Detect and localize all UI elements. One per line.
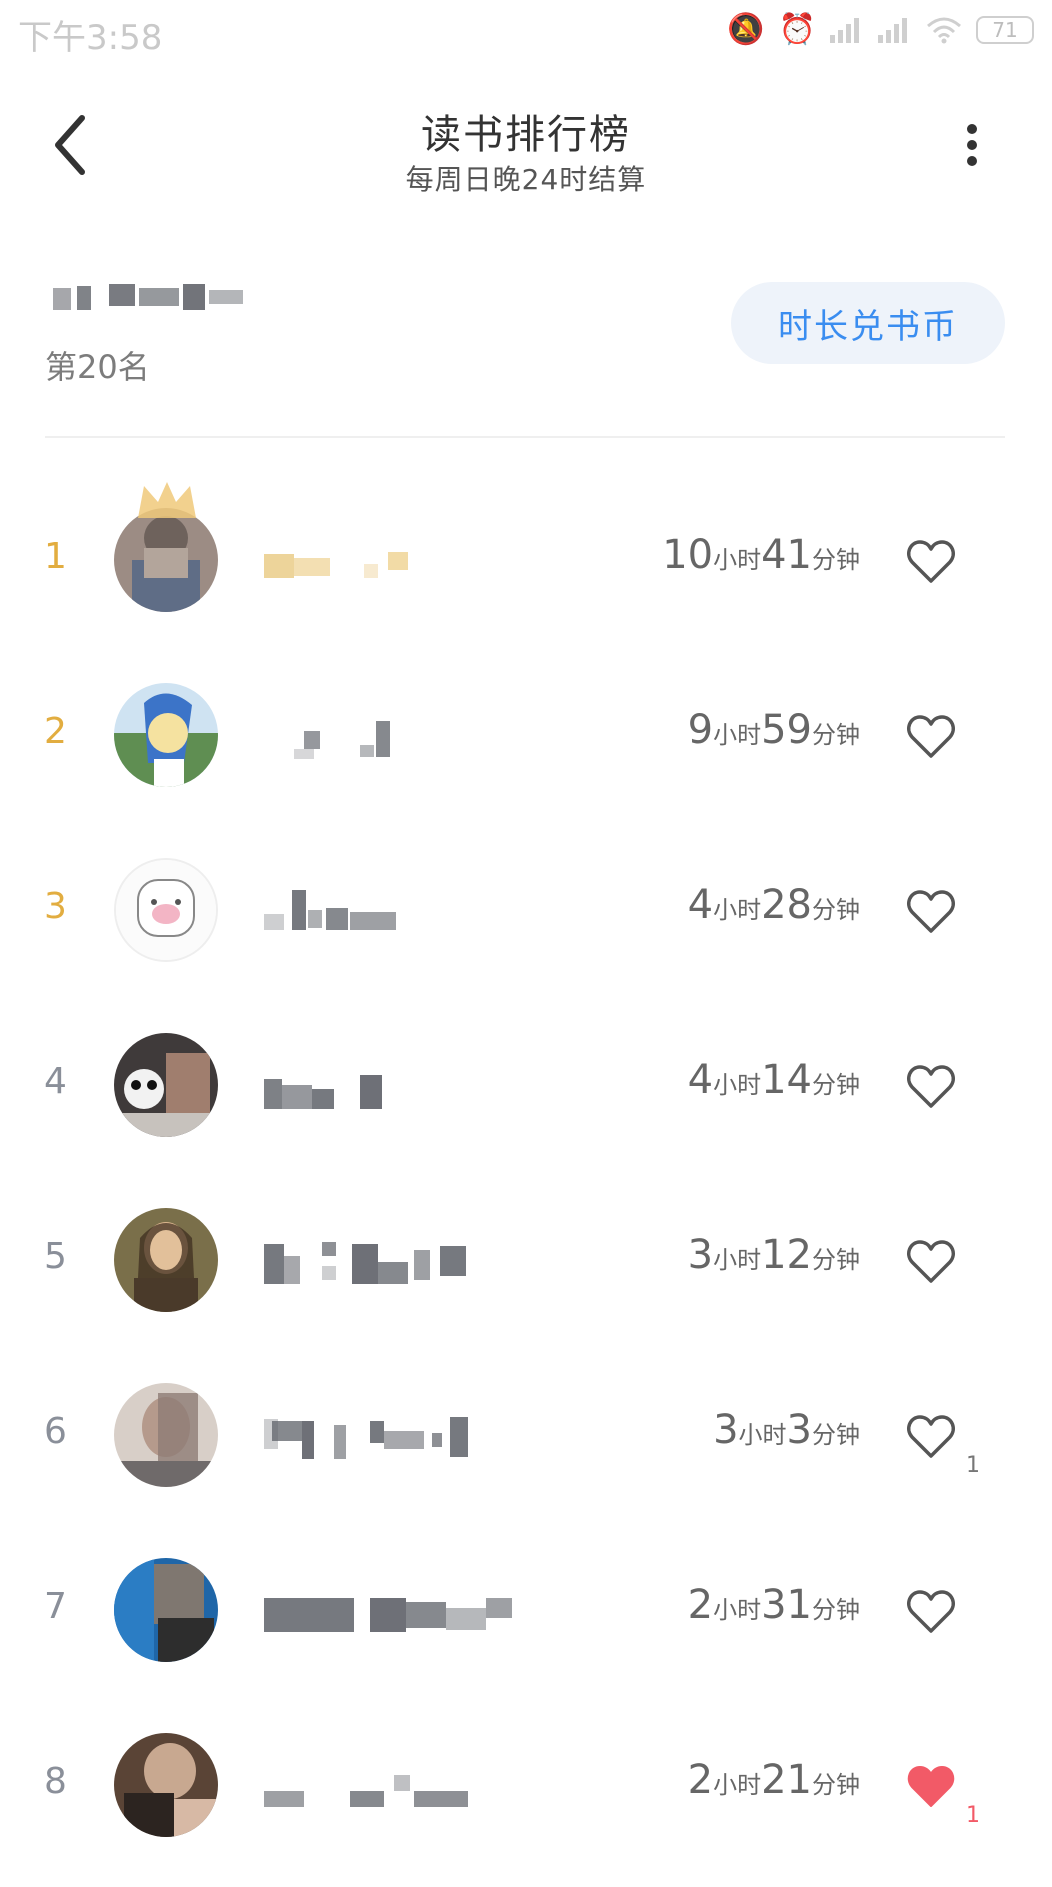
list-item[interactable]: 8 2小时21分钟 1 — [0, 1695, 1052, 1870]
reading-duration: 3小时3分钟 — [713, 1407, 860, 1453]
username-redacted — [264, 1586, 564, 1634]
my-rank-card: 第20名 时长兑书币 — [45, 270, 1005, 400]
exchange-coins-button[interactable]: 时长兑书币 — [731, 282, 1005, 364]
wifi-icon — [927, 17, 961, 44]
status-icons: 🔕 ⏰ 71 — [727, 12, 1034, 48]
rank-number: 5 — [44, 1236, 67, 1277]
page-title: 读书排行榜 — [421, 112, 631, 158]
list-item[interactable]: 2 9小时59分钟 — [0, 645, 1052, 820]
username-redacted — [264, 1061, 564, 1109]
avatar[interactable] — [114, 1383, 218, 1487]
reading-duration: 4小时14分钟 — [687, 1057, 860, 1103]
rank-number: 2 — [44, 711, 67, 752]
like-count: 1 — [966, 1453, 980, 1478]
avatar[interactable] — [114, 508, 218, 612]
like-button[interactable] — [906, 888, 956, 936]
avatar[interactable] — [114, 683, 218, 787]
heart-outline-icon — [907, 890, 955, 933]
status-bar: 下午3:58 🔕 ⏰ 71 — [0, 0, 1052, 60]
username-redacted — [264, 1761, 564, 1809]
like-button[interactable] — [906, 1413, 956, 1461]
rank-number: 8 — [44, 1761, 67, 1802]
divider — [45, 436, 1005, 438]
rank-number: 1 — [44, 536, 67, 577]
status-time: 下午3:58 — [18, 18, 163, 58]
more-options-button[interactable] — [952, 118, 992, 188]
avatar[interactable] — [114, 1208, 218, 1312]
heart-outline-icon — [907, 1240, 955, 1283]
reading-duration: 9小时59分钟 — [687, 707, 860, 753]
rank-number: 6 — [44, 1411, 67, 1452]
heart-outline-icon — [907, 1590, 955, 1633]
like-button[interactable] — [906, 1763, 956, 1811]
heart-outline-icon — [907, 540, 955, 583]
list-item[interactable]: 3 4小时28分钟 — [0, 820, 1052, 995]
username-redacted — [264, 536, 564, 584]
signal-icon — [830, 18, 859, 43]
mute-icon: 🔕 — [727, 12, 765, 47]
reading-duration: 10小时41分钟 — [662, 532, 860, 578]
like-button[interactable] — [906, 538, 956, 586]
list-item[interactable]: 7 2小时31分钟 — [0, 1520, 1052, 1695]
dot-icon — [967, 156, 977, 166]
reading-duration: 2小时31分钟 — [687, 1582, 860, 1628]
like-button[interactable] — [906, 1238, 956, 1286]
page-subtitle: 每周日晚24时结算 — [405, 163, 647, 196]
list-item[interactable]: 1 10小时41分钟 — [0, 470, 1052, 645]
like-count: 1 — [966, 1803, 980, 1828]
header: 读书排行榜 每周日晚24时结算 — [0, 80, 1052, 210]
reading-duration: 3小时12分钟 — [687, 1232, 860, 1278]
dot-icon — [967, 124, 977, 134]
reading-duration: 2小时21分钟 — [687, 1757, 860, 1803]
avatar[interactable] — [114, 1558, 218, 1662]
username-redacted — [264, 1411, 564, 1459]
avatar[interactable] — [114, 1733, 218, 1837]
my-rank-label: 第20名 — [45, 348, 150, 386]
reading-duration: 4小时28分钟 — [687, 882, 860, 928]
heart-outline-icon — [907, 1065, 955, 1108]
username-redacted — [264, 1236, 564, 1284]
signal-icon — [878, 18, 907, 43]
heart-filled-icon — [907, 1766, 955, 1807]
like-button[interactable] — [906, 1063, 956, 1111]
list-item[interactable]: 6 3小时3分钟 1 — [0, 1345, 1052, 1520]
list-item[interactable]: 4 4小时14分钟 — [0, 995, 1052, 1170]
alarm-icon: ⏰ — [778, 12, 816, 47]
username-redacted — [264, 886, 564, 934]
username-redacted — [264, 711, 564, 759]
dot-icon — [967, 140, 977, 150]
heart-outline-icon — [907, 715, 955, 758]
like-button[interactable] — [906, 713, 956, 761]
avatar[interactable] — [114, 1033, 218, 1137]
rank-number: 7 — [44, 1586, 67, 1627]
rank-number: 4 — [44, 1061, 67, 1102]
battery-icon: 71 — [976, 16, 1034, 44]
like-button[interactable] — [906, 1588, 956, 1636]
avatar[interactable] — [114, 858, 218, 962]
my-username-redacted — [53, 280, 243, 314]
rank-number: 3 — [44, 886, 67, 927]
heart-outline-icon — [907, 1415, 955, 1458]
crown-icon — [138, 482, 196, 518]
list-item[interactable]: 5 3小时12分钟 — [0, 1170, 1052, 1345]
